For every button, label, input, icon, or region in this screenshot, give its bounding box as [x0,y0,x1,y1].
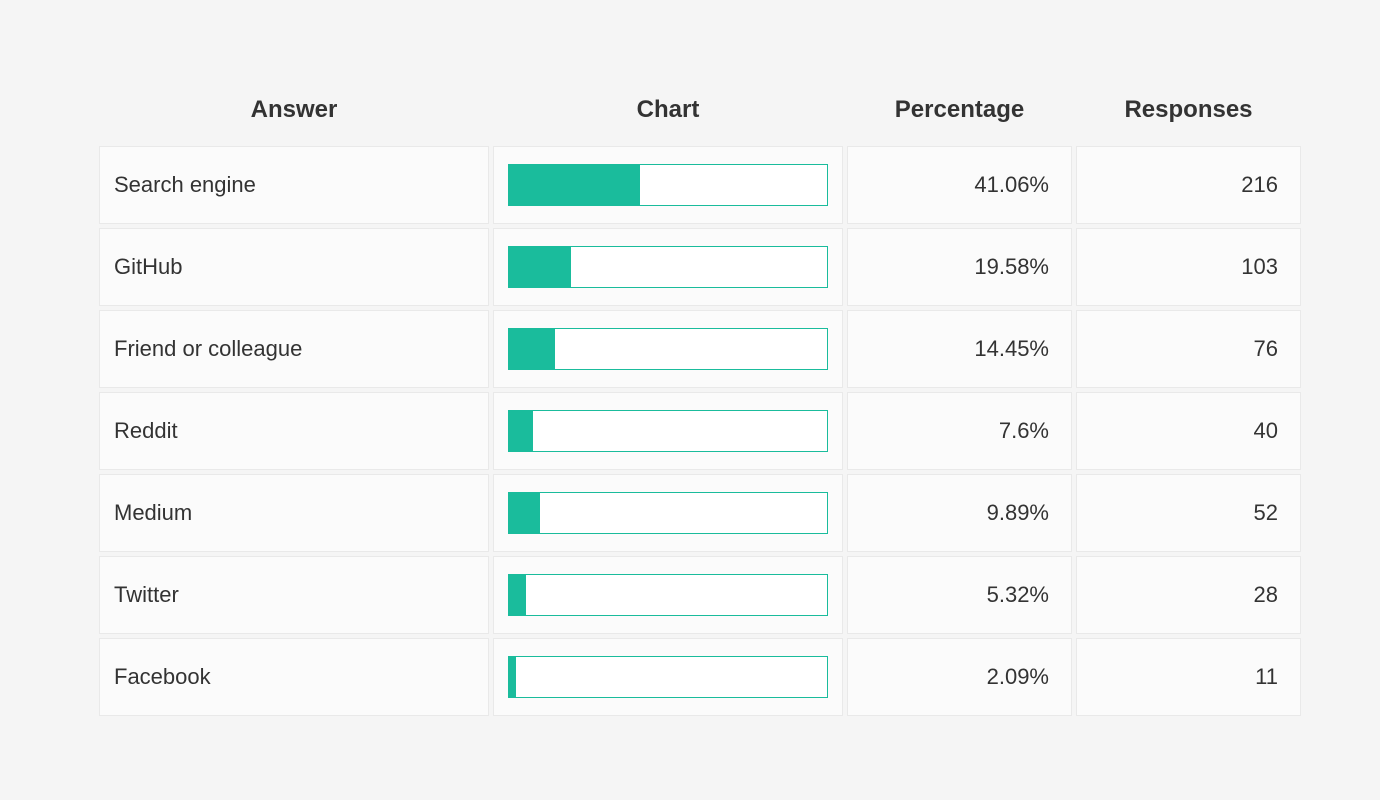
chart-cell [493,228,843,306]
responses-cell: 103 [1076,228,1301,306]
bar-track [508,164,828,206]
answer-cell: Facebook [99,638,489,716]
percentage-cell: 2.09% [847,638,1072,716]
responses-cell: 216 [1076,146,1301,224]
responses-cell: 76 [1076,310,1301,388]
chart-cell [493,474,843,552]
table-header-row: Answer Chart Percentage Responses [99,84,1301,142]
bar-track [508,328,828,370]
table-row: GitHub 19.58%103 [99,228,1301,306]
bar-fill [509,247,571,287]
table-row: Twitter 5.32%28 [99,556,1301,634]
chart-cell [493,392,843,470]
bar-track [508,574,828,616]
table-row: Medium 9.89%52 [99,474,1301,552]
percentage-cell: 7.6% [847,392,1072,470]
responses-cell: 40 [1076,392,1301,470]
answer-cell: Medium [99,474,489,552]
table-row: Reddit 7.6%40 [99,392,1301,470]
responses-cell: 52 [1076,474,1301,552]
answer-cell: Friend or colleague [99,310,489,388]
answer-cell: GitHub [99,228,489,306]
percentage-cell: 5.32% [847,556,1072,634]
bar-fill [509,165,640,205]
bar-fill [509,657,516,697]
percentage-cell: 41.06% [847,146,1072,224]
bar-fill [509,493,540,533]
bar-track [508,656,828,698]
answer-cell: Search engine [99,146,489,224]
percentage-cell: 14.45% [847,310,1072,388]
bar-track [508,246,828,288]
table-row: Search engine 41.06%216 [99,146,1301,224]
responses-cell: 11 [1076,638,1301,716]
chart-cell [493,638,843,716]
percentage-cell: 9.89% [847,474,1072,552]
table-row: Friend or colleague 14.45%76 [99,310,1301,388]
chart-cell [493,146,843,224]
bar-track [508,492,828,534]
percentage-cell: 19.58% [847,228,1072,306]
table-body: Search engine41.06%216GitHub19.58%103Fri… [99,146,1301,716]
answer-cell: Reddit [99,392,489,470]
col-header-responses: Responses [1076,84,1301,142]
chart-cell [493,310,843,388]
survey-results-panel: Answer Chart Percentage Responses Search… [0,0,1380,800]
chart-cell [493,556,843,634]
responses-cell: 28 [1076,556,1301,634]
bar-fill [509,411,533,451]
survey-table: Answer Chart Percentage Responses Search… [95,80,1305,720]
col-header-percentage: Percentage [847,84,1072,142]
bar-fill [509,575,526,615]
col-header-answer: Answer [99,84,489,142]
bar-track [508,410,828,452]
col-header-chart: Chart [493,84,843,142]
table-row: Facebook 2.09%11 [99,638,1301,716]
bar-fill [509,329,555,369]
answer-cell: Twitter [99,556,489,634]
